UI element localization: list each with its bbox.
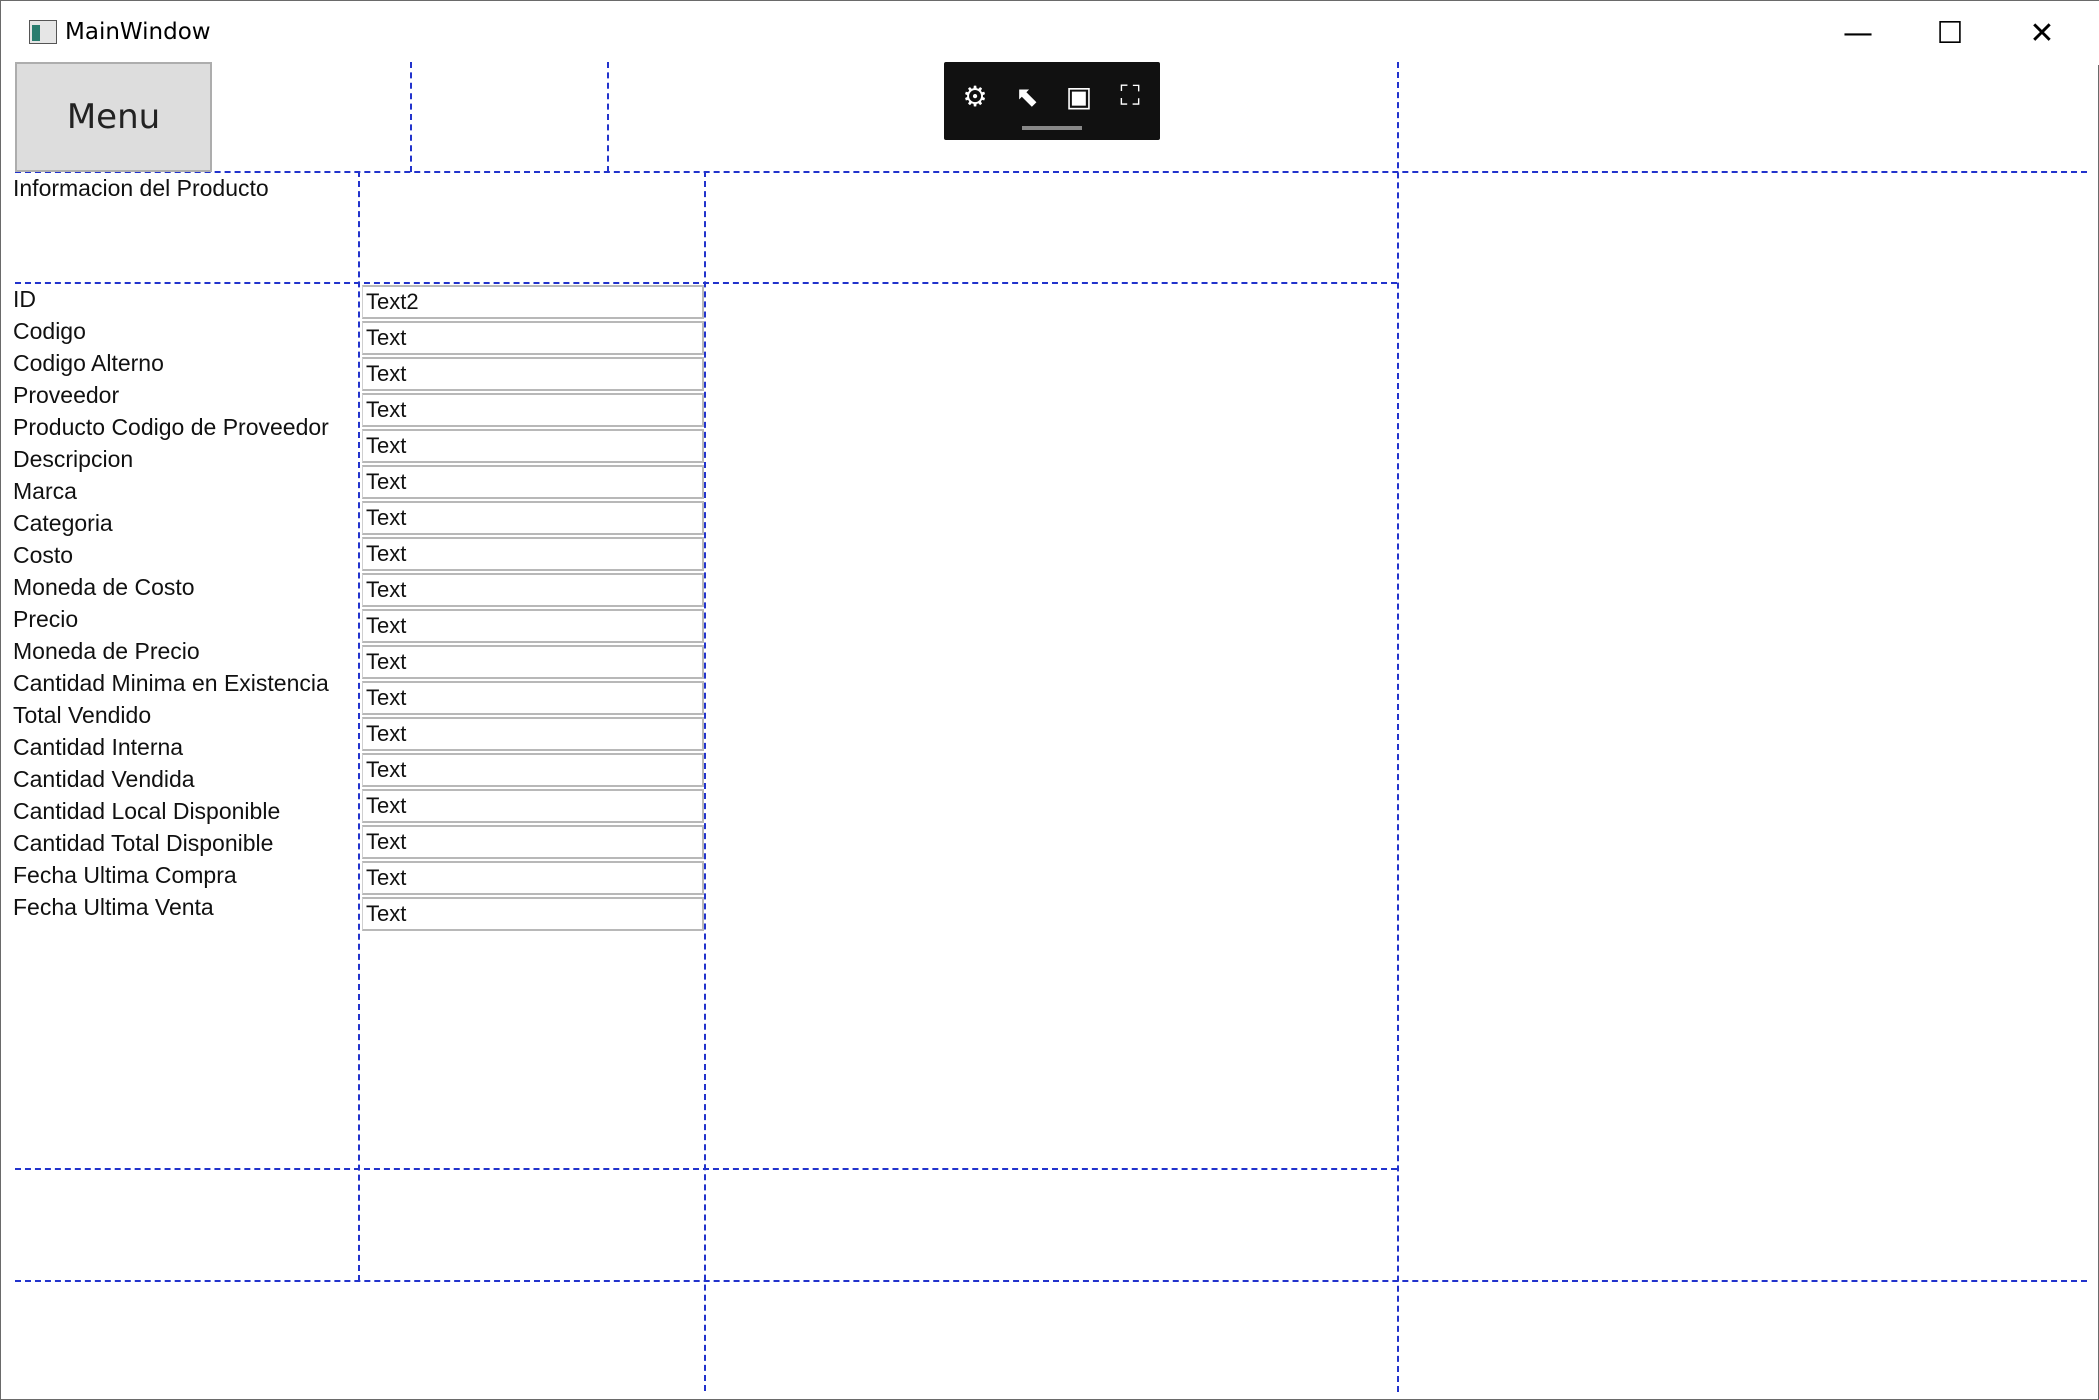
field-label-moneda-precio: Moneda de Precio: [13, 638, 200, 664]
title-bar: MainWindow — ☐ ✕: [1, 1, 2099, 65]
grid-line: [15, 282, 1397, 284]
field-label-total-vendido: Total Vendido: [13, 702, 152, 728]
maximize-button[interactable]: ☐: [1904, 1, 1996, 65]
field-input-cantidad-interna[interactable]: Text: [362, 789, 704, 823]
section-title: Informacion del Producto: [13, 175, 269, 201]
track-focus-icon[interactable]: ⛶: [1112, 78, 1148, 114]
live-visual-tree-icon[interactable]: ⚙: [957, 78, 993, 114]
field-input-cantidad-vendida[interactable]: Text: [362, 825, 704, 859]
grid-line: [704, 171, 706, 1391]
field-input-categoria[interactable]: Text: [362, 537, 704, 571]
field-input-codigo-alterno[interactable]: Text: [362, 357, 704, 391]
field-label-cantidad-interna: Cantidad Interna: [13, 734, 184, 760]
field-input-cantidad-minima[interactable]: Text: [362, 717, 704, 751]
field-label-marca: Marca: [13, 478, 77, 504]
grid-line: [358, 171, 360, 1281]
grid-line: [15, 1168, 1397, 1170]
field-input-precio[interactable]: Text: [362, 645, 704, 679]
field-label-proveedor: Proveedor: [13, 382, 120, 408]
grid-line: [15, 171, 2087, 173]
field-label-cantidad-total: Cantidad Total Disponible: [13, 830, 274, 856]
field-label-costo: Costo: [13, 542, 74, 568]
field-label-cantidad-vendida: Cantidad Vendida: [13, 766, 195, 792]
select-element-icon[interactable]: ⬉: [1009, 78, 1045, 114]
grid-line: [15, 1280, 2087, 1282]
field-label-moneda-costo: Moneda de Costo: [13, 574, 195, 600]
grid-line: [1397, 62, 1399, 1392]
field-input-costo[interactable]: Text: [362, 573, 704, 607]
field-input-cantidad-local[interactable]: Text: [362, 861, 704, 895]
field-label-codigo: Codigo: [13, 318, 86, 344]
debug-toolbar: ⚙ ⬉ ▣ ⛶: [944, 62, 1160, 140]
grid-line: [607, 62, 609, 172]
field-input-codigo[interactable]: Text: [362, 321, 704, 355]
field-label-id: ID: [13, 286, 36, 312]
field-input-proveedor[interactable]: Text: [362, 393, 704, 427]
window-title: MainWindow: [65, 19, 211, 45]
field-label-producto-codigo-proveedor: Producto Codigo de Proveedor: [13, 414, 329, 440]
field-input-descripcion[interactable]: Text: [362, 465, 704, 499]
minimize-button[interactable]: —: [1812, 1, 1904, 65]
field-label-precio: Precio: [13, 606, 79, 632]
field-label-codigo-alterno: Codigo Alterno: [13, 350, 164, 376]
field-label-descripcion: Descripcion: [13, 446, 134, 472]
grid-line: [410, 62, 412, 172]
field-input-total-vendido[interactable]: Text: [362, 753, 704, 787]
app-icon: [29, 20, 57, 44]
field-input-id[interactable]: Text2: [362, 285, 704, 319]
field-input-cantidad-total[interactable]: Text: [362, 897, 704, 931]
field-input-marca[interactable]: Text: [362, 501, 704, 535]
field-label-fecha-ultima-venta: Fecha Ultima Venta: [13, 894, 214, 920]
close-button[interactable]: ✕: [1996, 1, 2088, 65]
main-window: MainWindow — ☐ ✕ ⚙ ⬉ ▣ ⛶ Menu Informacio…: [0, 0, 2099, 1400]
field-label-fecha-ultima-compra: Fecha Ultima Compra: [13, 862, 237, 888]
menu-button[interactable]: Menu: [15, 62, 212, 172]
field-input-moneda-precio[interactable]: Text: [362, 681, 704, 715]
field-input-moneda-costo[interactable]: Text: [362, 609, 704, 643]
toolbar-grip[interactable]: [1022, 126, 1082, 130]
field-label-cantidad-local: Cantidad Local Disponible: [13, 798, 281, 824]
field-input-producto-codigo-proveedor[interactable]: Text: [362, 429, 704, 463]
field-label-categoria: Categoria: [13, 510, 113, 536]
field-label-cantidad-minima: Cantidad Minima en Existencia: [13, 670, 329, 696]
display-layout-adorners-icon[interactable]: ▣: [1061, 78, 1097, 114]
